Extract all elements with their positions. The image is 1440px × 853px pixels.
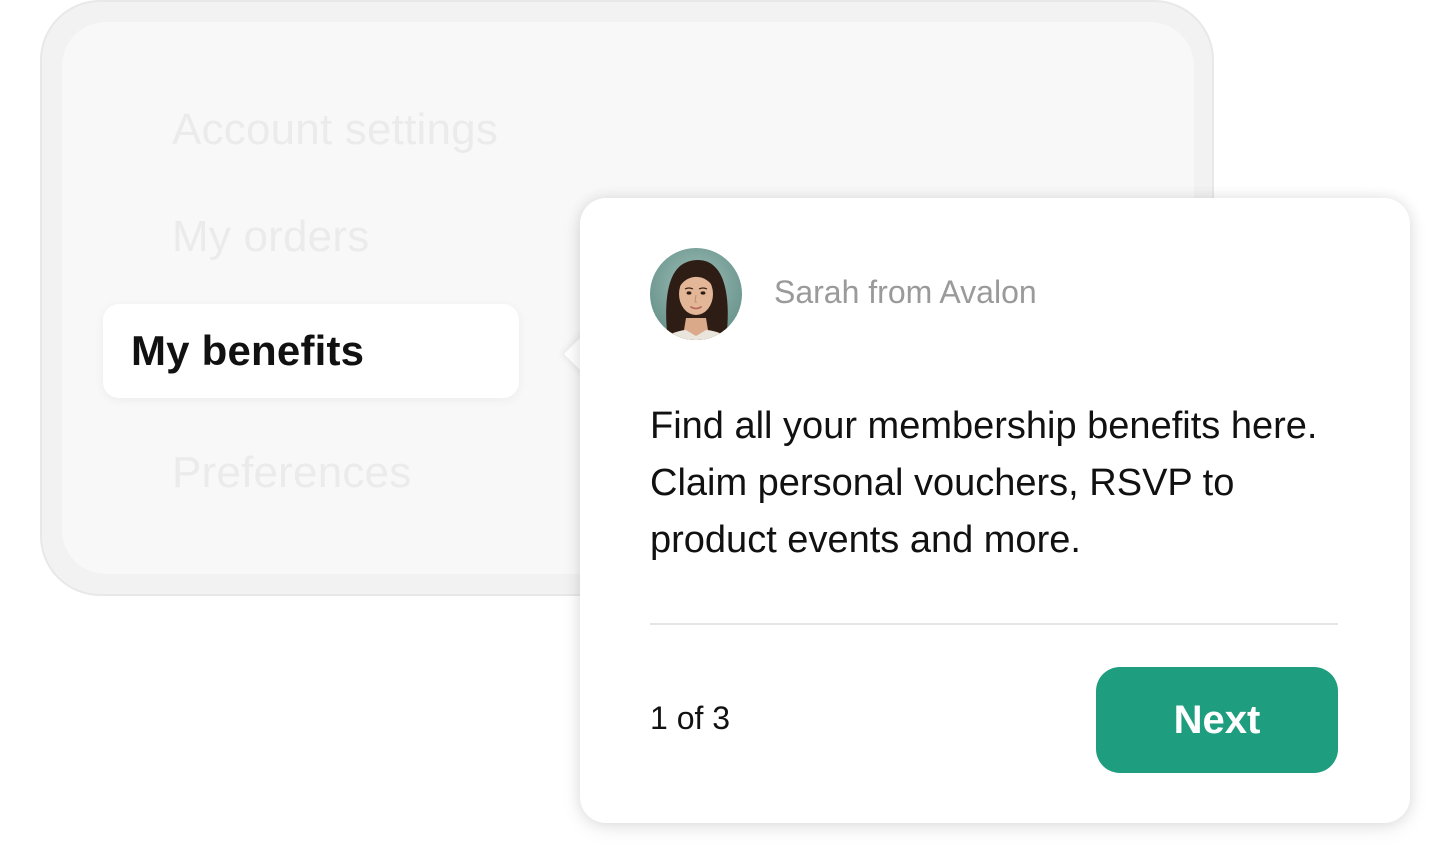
- menu-item-my-benefits-label: My benefits: [131, 327, 365, 374]
- next-button[interactable]: Next: [1096, 667, 1338, 773]
- tooltip-divider: [650, 623, 1338, 625]
- tooltip-message: Find all your membership benefits here. …: [650, 405, 1318, 561]
- menu-item-my-orders[interactable]: My orders: [172, 212, 369, 262]
- person-avatar-icon: [650, 248, 742, 340]
- onboarding-stage: Account settings My orders Preferences M…: [0, 0, 1440, 853]
- onboarding-tooltip: Sarah from Avalon Find all your membersh…: [580, 198, 1410, 823]
- step-counter: 1 of 3: [650, 700, 731, 736]
- menu-item-preferences[interactable]: Preferences: [172, 448, 411, 498]
- tooltip-sender-name: Sarah from Avalon: [774, 274, 1037, 310]
- menu-item-my-benefits[interactable]: My benefits: [103, 304, 519, 398]
- menu-item-account-settings[interactable]: Account settings: [172, 105, 498, 155]
